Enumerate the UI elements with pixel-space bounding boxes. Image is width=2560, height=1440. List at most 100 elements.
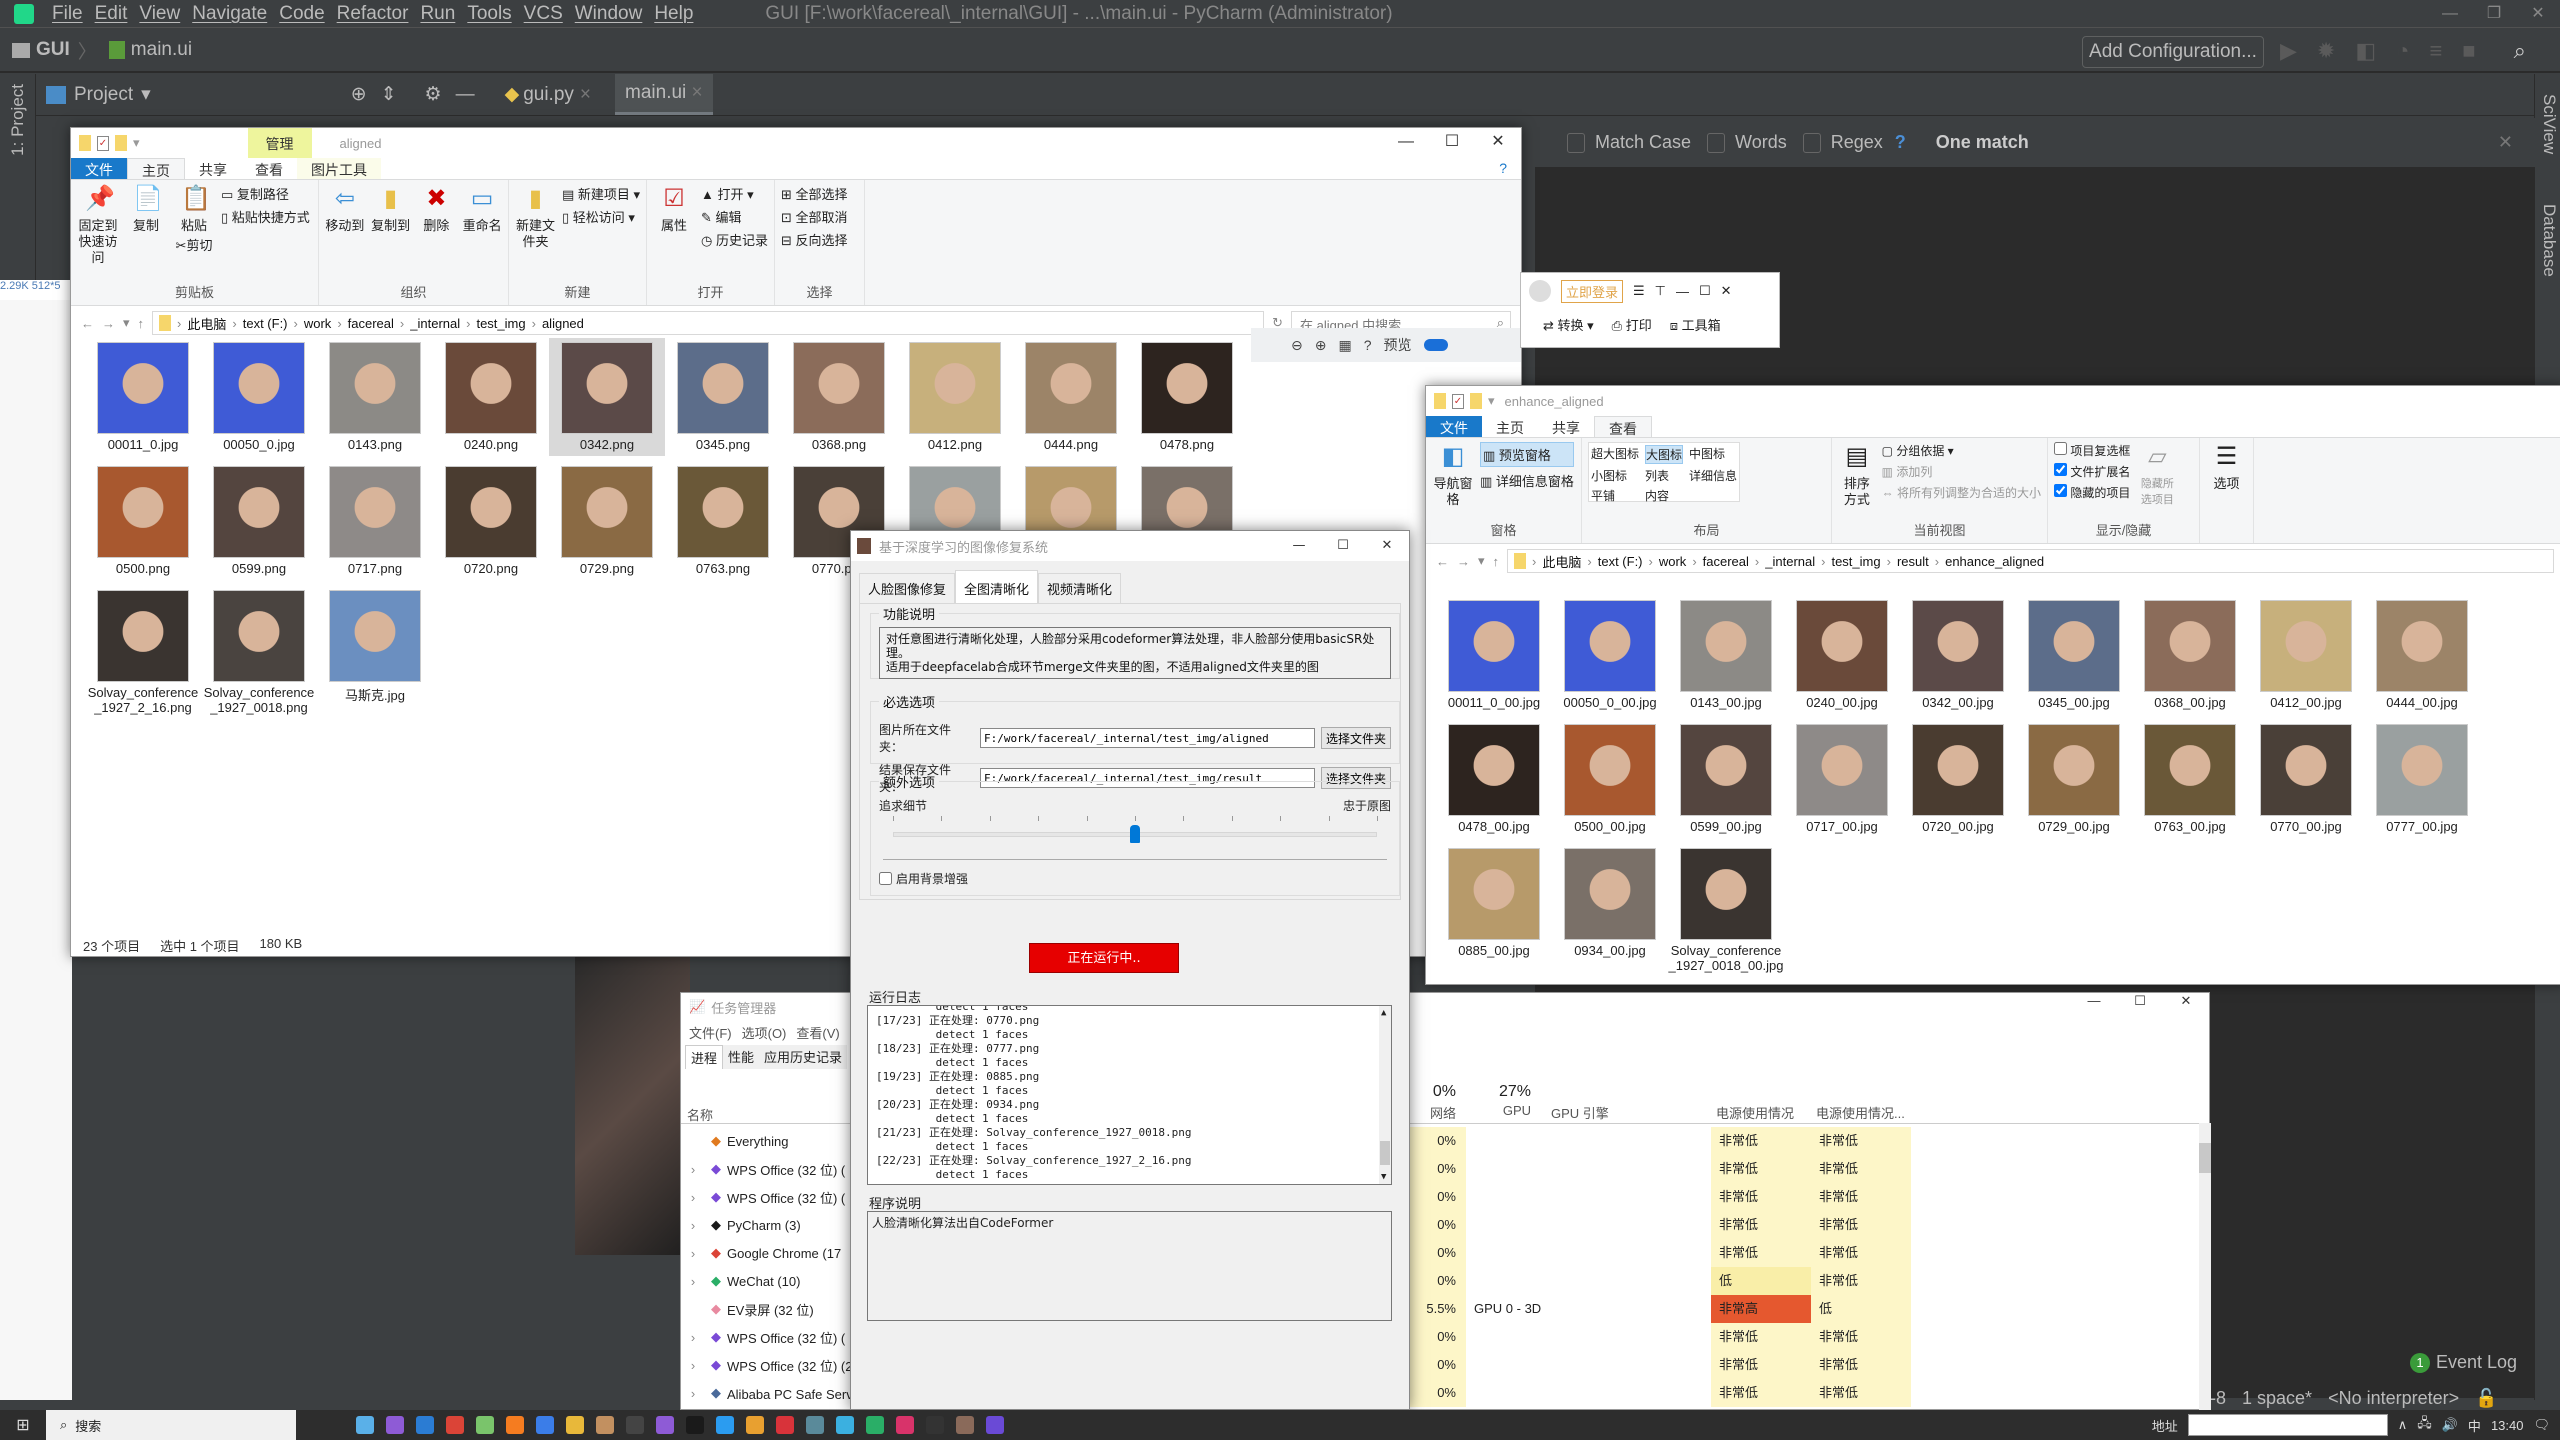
close-icon[interactable]: ✕ bbox=[2516, 0, 2560, 28]
item-checkboxes-checkbox[interactable] bbox=[2054, 442, 2067, 455]
profile-icon[interactable]: ◔ bbox=[2396, 38, 2409, 64]
breadcrumb-file[interactable]: main.ui bbox=[131, 39, 192, 61]
bg-enhance-toggle[interactable]: 启用背景增强 bbox=[879, 870, 1391, 887]
tab-main-ui[interactable]: main.ui × bbox=[615, 74, 713, 115]
menu-tools[interactable]: Tools bbox=[467, 3, 511, 25]
avatar[interactable] bbox=[1529, 280, 1551, 302]
close-tab-icon[interactable]: × bbox=[692, 82, 703, 103]
zoom-out-icon[interactable]: ⊖ bbox=[1291, 337, 1303, 354]
expand-chevron-icon[interactable]: › bbox=[681, 1246, 705, 1261]
breadcrumb-item[interactable]: 此电脑 bbox=[187, 314, 226, 333]
tab-file[interactable]: 文件 bbox=[1426, 416, 1482, 437]
up-icon[interactable]: ↑ bbox=[138, 316, 145, 331]
taskbar-app-icon[interactable] bbox=[686, 1416, 704, 1434]
taskbar-app-icon[interactable] bbox=[836, 1416, 854, 1434]
sort-by-button[interactable]: ▤ 排序方式 bbox=[1838, 442, 1876, 521]
menu-window[interactable]: Window bbox=[575, 3, 643, 25]
new-folder-quick-icon[interactable] bbox=[1470, 393, 1482, 409]
run-icon[interactable]: ▶ bbox=[2280, 38, 2297, 64]
rename-button[interactable]: ▭ 重命名 bbox=[462, 184, 502, 283]
file-item[interactable]: 0720_00.jpg bbox=[1900, 720, 2016, 838]
taskbar-app-icon[interactable] bbox=[716, 1416, 734, 1434]
breadcrumb-separator[interactable]: › bbox=[232, 316, 236, 331]
taskbar-app-icon[interactable] bbox=[626, 1416, 644, 1434]
regex-checkbox[interactable] bbox=[1802, 132, 1821, 153]
search-everywhere-icon[interactable]: ⌕ bbox=[2514, 38, 2526, 64]
preview-toggle[interactable] bbox=[1423, 339, 1448, 351]
file-item[interactable]: 马斯克.jpg bbox=[317, 586, 433, 719]
menu-icon[interactable]: ☰ bbox=[1633, 283, 1645, 299]
scrollbar[interactable] bbox=[2199, 1123, 2211, 1411]
select-none-button[interactable]: ⊡ 全部取消 bbox=[781, 207, 848, 226]
tab-view[interactable]: 查看 bbox=[241, 158, 297, 179]
breadcrumb-item[interactable]: facereal bbox=[1703, 554, 1749, 569]
convert-button[interactable]: ⇄ 转换 ▾ bbox=[1543, 315, 1594, 334]
history-button[interactable]: ◷ 历史记录 bbox=[701, 230, 768, 249]
restore-icon[interactable]: ❐ bbox=[2472, 0, 2516, 28]
layout-option[interactable]: 列表 bbox=[1645, 467, 1683, 484]
bg-enhance-checkbox[interactable] bbox=[879, 872, 892, 885]
file-item[interactable]: 0763_00.jpg bbox=[2132, 720, 2248, 838]
expand-chevron-icon[interactable]: › bbox=[681, 1218, 705, 1233]
login-button[interactable]: 立即登录 bbox=[1561, 279, 1624, 303]
tab-home[interactable]: 主页 bbox=[1482, 416, 1538, 437]
breadcrumb-separator[interactable]: › bbox=[1755, 554, 1759, 569]
log-output[interactable]: detect 1 faces [17/23] 正在处理: 0770.png de… bbox=[867, 1005, 1392, 1185]
taskbar-app-icon[interactable] bbox=[446, 1416, 464, 1434]
taskbar-app-icon[interactable] bbox=[416, 1416, 434, 1434]
match-case-checkbox[interactable] bbox=[1567, 132, 1585, 153]
nav-pane-button[interactable]: ◧ 导航窗格 bbox=[1432, 442, 1474, 521]
paste-button[interactable]: 📋 粘贴 ✂剪切 bbox=[173, 184, 215, 283]
breadcrumb-separator[interactable]: › bbox=[532, 316, 536, 331]
breadcrumb-item[interactable]: text (F:) bbox=[1598, 554, 1643, 569]
new-folder-button[interactable]: ▮ 新建文件夹 bbox=[515, 184, 556, 283]
file-item[interactable]: 0500_00.jpg bbox=[1552, 720, 1668, 838]
new-folder-quick-icon[interactable] bbox=[115, 135, 127, 151]
edit-button[interactable]: ✎ 编辑 bbox=[701, 207, 768, 226]
breadcrumb-item[interactable]: work bbox=[304, 316, 331, 331]
breadcrumb-item[interactable]: test_img bbox=[1831, 554, 1880, 569]
expand-chevron-icon[interactable]: › bbox=[681, 1190, 705, 1205]
file-item[interactable]: 00011_0_00.jpg bbox=[1436, 596, 1552, 714]
file-item[interactable]: 0143.png bbox=[317, 338, 433, 456]
breadcrumb-item[interactable]: test_img bbox=[476, 316, 525, 331]
taskbar-app-icon[interactable] bbox=[566, 1416, 584, 1434]
encoding-status[interactable]: -8 bbox=[2210, 1388, 2226, 1409]
file-item[interactable]: 0412.png bbox=[897, 338, 1013, 456]
lock-icon[interactable]: 🔓 bbox=[2475, 1388, 2497, 1409]
file-item[interactable]: Solvay_conference_1927_0018.png bbox=[201, 586, 317, 719]
tab-performance[interactable]: 性能 bbox=[723, 1045, 760, 1069]
pin-icon[interactable]: ⊤ bbox=[1655, 283, 1666, 299]
hide-selected-button[interactable]: ▱ 隐藏所选项目 bbox=[2136, 442, 2178, 521]
breadcrumb-item[interactable]: _internal bbox=[410, 316, 460, 331]
zoom-in-icon[interactable]: ⊕ bbox=[1315, 337, 1327, 354]
maximize-icon[interactable]: ☐ bbox=[1321, 531, 1365, 561]
file-item[interactable]: 0368.png bbox=[781, 338, 897, 456]
breadcrumb-item[interactable]: facereal bbox=[348, 316, 394, 331]
back-icon[interactable]: ← bbox=[81, 316, 94, 331]
forward-icon[interactable]: → bbox=[1457, 554, 1470, 569]
event-log-button[interactable]: 1 Event Log bbox=[2410, 1352, 2517, 1373]
file-item[interactable]: 0717.png bbox=[317, 462, 433, 580]
move-to-button[interactable]: ⇦ 移动到 bbox=[325, 184, 365, 283]
maximize-icon[interactable]: ☐ bbox=[2117, 993, 2163, 1009]
menu-run[interactable]: Run bbox=[420, 3, 455, 25]
taskbar-app-icon[interactable] bbox=[596, 1416, 614, 1434]
volume-icon[interactable]: 🔊 bbox=[2442, 1417, 2458, 1433]
database-tool-button[interactable]: Database bbox=[2539, 204, 2559, 277]
contextual-tab-manage[interactable]: 管理 bbox=[247, 128, 312, 158]
breadcrumb-separator[interactable]: › bbox=[400, 316, 404, 331]
back-icon[interactable]: ← bbox=[1436, 554, 1449, 569]
view-mode-icon[interactable]: ▦ bbox=[1338, 337, 1351, 354]
file-item[interactable]: 0763.png bbox=[665, 462, 781, 580]
hidden-items-toggle[interactable]: 隐藏的项目 bbox=[2054, 484, 2130, 501]
file-item[interactable]: 0599_00.jpg bbox=[1668, 720, 1784, 838]
menu-file[interactable]: File bbox=[52, 3, 83, 25]
tab-face-restore[interactable]: 人脸图像修复 bbox=[859, 573, 956, 603]
options-button[interactable]: ☰ 选项 bbox=[2206, 442, 2247, 521]
layout-option[interactable]: 中图标 bbox=[1689, 445, 1737, 464]
chevron-down-icon[interactable]: ▾ bbox=[141, 83, 151, 106]
menu-refactor[interactable]: Refactor bbox=[337, 3, 409, 25]
file-item[interactable]: 0500.png bbox=[85, 462, 201, 580]
address-toolbar-input[interactable] bbox=[2187, 1414, 2388, 1436]
